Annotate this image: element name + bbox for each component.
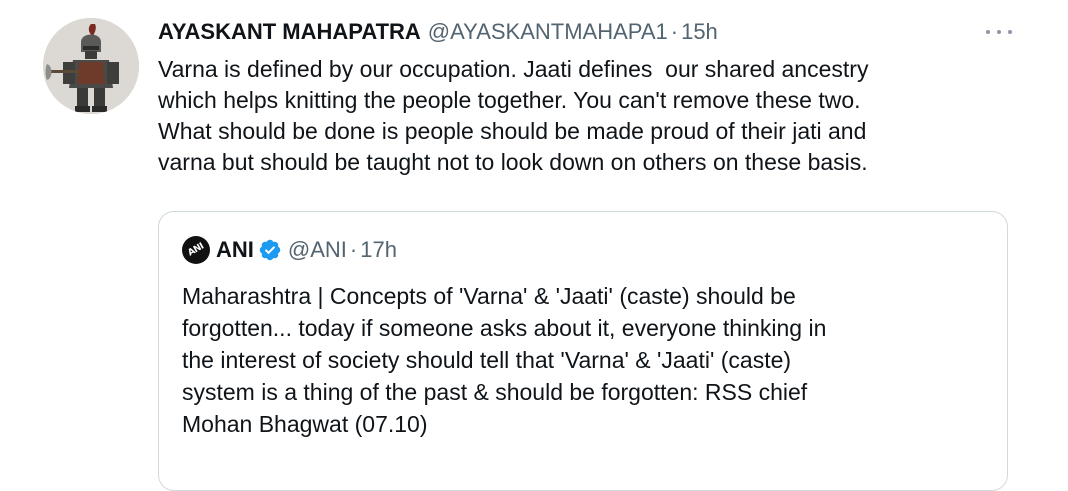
quoted-tweet-timestamp[interactable]: 17h [360,237,397,263]
separator-dot: · [670,19,679,44]
tweet-header: AYASKANT MAHAPATRA @AYASKANTMAHAPA1 · 15… [158,17,718,47]
more-options-icon[interactable] [986,22,1012,42]
tweet-text: Varna is defined by our occupation. Jaat… [158,56,869,175]
author-handle[interactable]: @AYASKANTMAHAPA1 [428,19,668,45]
verified-badge-icon [259,239,281,261]
more-dot [1008,30,1012,34]
warrior-avatar-icon [43,18,139,114]
author-avatar[interactable] [43,18,139,114]
tweet[interactable]: AYASKANT MAHAPATRA @AYASKANTMAHAPA1 · 15… [0,0,1068,491]
ani-logo-text: ANI [186,241,206,259]
quoted-tweet-card[interactable]: ANI ANI @ANI · 17h Maharashtra | Concept… [158,211,1008,491]
tweet-timestamp[interactable]: 15h [681,19,718,45]
quoted-author-handle[interactable]: @ANI [288,237,347,263]
quoted-author-avatar[interactable]: ANI [182,236,210,264]
more-dot [997,30,1001,34]
author-name[interactable]: AYASKANT MAHAPATRA [158,19,421,45]
quoted-tweet-text: Maharashtra | Concepts of 'Varna' & 'Jaa… [182,283,827,437]
more-dot [986,30,990,34]
quoted-author-name[interactable]: ANI [216,237,254,263]
quoted-separator-dot: · [349,237,358,262]
quoted-tweet-header: ANI ANI @ANI · 17h [182,234,397,266]
